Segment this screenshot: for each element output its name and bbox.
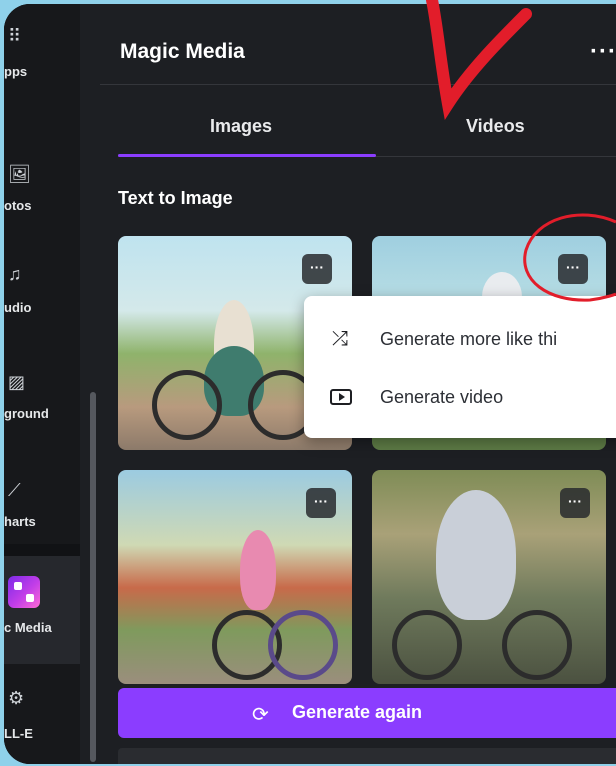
- annotation-arrow-icon: [426, 0, 532, 120]
- annotation-circle-icon: [523, 213, 616, 302]
- annotation-overlay: [426, 0, 616, 302]
